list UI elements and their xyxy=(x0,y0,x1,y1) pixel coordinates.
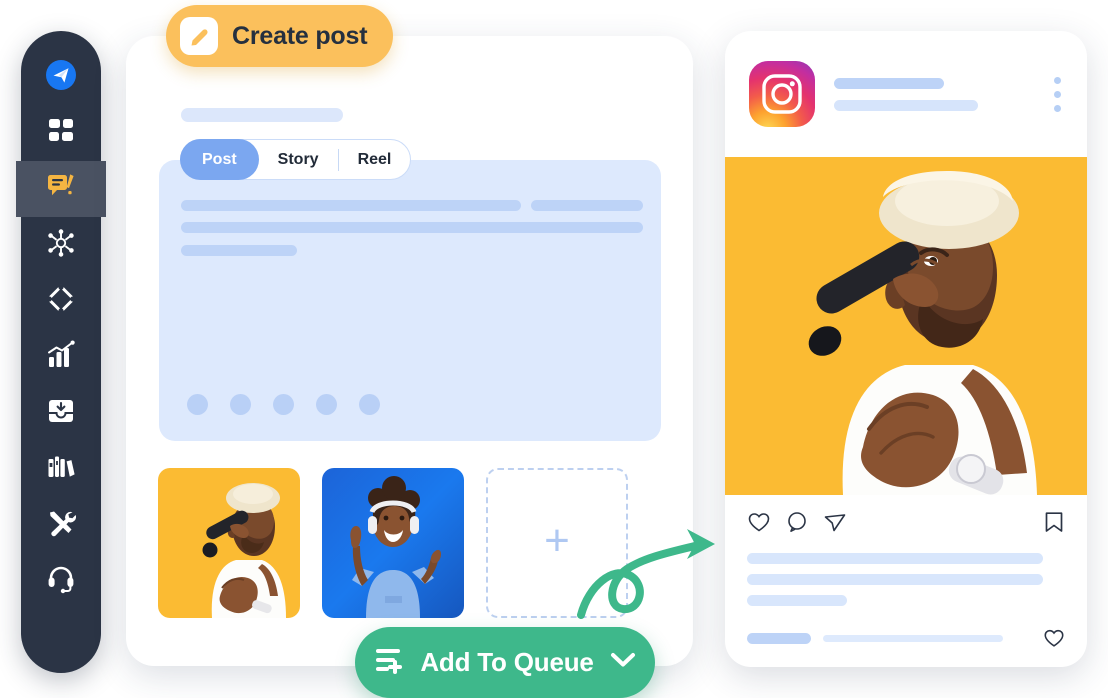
chevron-down-icon[interactable] xyxy=(610,652,636,673)
tab-reel[interactable]: Reel xyxy=(339,140,411,179)
tab-post[interactable]: Post xyxy=(180,139,259,180)
sidebar-item-publish[interactable] xyxy=(17,49,105,105)
tab-story[interactable]: Story xyxy=(259,140,338,179)
preview-actions xyxy=(725,495,1087,553)
sidebar-item-inbox[interactable] xyxy=(17,385,105,441)
create-post-label: Create post xyxy=(232,21,368,50)
sidebar-item-analytics[interactable] xyxy=(17,329,105,385)
thumb-add-media[interactable]: + xyxy=(486,468,628,618)
emoji-dot[interactable] xyxy=(359,394,380,415)
preview-comment-row xyxy=(747,627,1065,649)
compose-text-area[interactable] xyxy=(159,160,661,441)
library-icon xyxy=(46,452,76,487)
grid-icon xyxy=(46,116,76,151)
sidebar-item-library[interactable] xyxy=(17,441,105,497)
diamond-icon xyxy=(46,284,76,319)
emoji-dot[interactable] xyxy=(316,394,337,415)
add-to-queue-label: Add To Queue xyxy=(420,647,594,677)
more-options-icon[interactable] xyxy=(1053,76,1061,112)
comment-icon[interactable] xyxy=(785,510,809,539)
emoji-dot[interactable] xyxy=(230,394,251,415)
comment-like-icon[interactable] xyxy=(1043,627,1065,649)
compose-title-placeholder xyxy=(181,108,343,122)
sidebar-item-support[interactable] xyxy=(17,553,105,609)
kebab-dot xyxy=(1053,104,1061,112)
account-meta-placeholder xyxy=(834,99,978,111)
preview-header xyxy=(725,31,1087,157)
kebab-dot xyxy=(1053,76,1061,84)
tools-icon xyxy=(46,508,76,543)
like-icon[interactable] xyxy=(747,510,771,539)
instagram-icon xyxy=(749,61,815,127)
post-type-tabs: Post Story Reel xyxy=(180,139,412,180)
comment-alert-icon xyxy=(45,171,77,208)
create-post-badge[interactable]: Create post xyxy=(166,5,394,67)
text-line xyxy=(531,200,643,211)
inbox-download-icon xyxy=(46,396,76,431)
media-thumbnails: + xyxy=(158,468,628,618)
text-line xyxy=(181,200,521,211)
sidebar xyxy=(16,31,106,673)
caption-line xyxy=(747,553,1043,564)
headset-icon xyxy=(46,564,76,599)
emoji-dot[interactable] xyxy=(273,394,294,415)
emoji-dot[interactable] xyxy=(187,394,208,415)
text-line xyxy=(181,245,297,256)
sidebar-item-engage[interactable] xyxy=(16,161,106,217)
caption-line xyxy=(747,595,847,606)
preview-photo xyxy=(725,157,1087,495)
text-line xyxy=(181,222,643,233)
pencil-square-icon xyxy=(180,17,218,55)
analytics-icon xyxy=(46,340,76,375)
preview-caption xyxy=(725,553,1087,649)
account-name-placeholder xyxy=(834,77,944,89)
comment-author-placeholder xyxy=(747,632,811,644)
bookmark-icon[interactable] xyxy=(1043,510,1065,539)
thumb-dancer[interactable] xyxy=(322,468,464,618)
instagram-preview-card xyxy=(725,31,1087,667)
kebab-dot xyxy=(1053,90,1061,98)
plus-icon: + xyxy=(544,516,570,565)
sidebar-item-connections[interactable] xyxy=(17,217,105,273)
emoji-row[interactable] xyxy=(187,394,380,415)
network-icon xyxy=(46,228,76,263)
queue-add-icon xyxy=(374,646,404,679)
caption-line xyxy=(747,574,1043,585)
sidebar-item-tools[interactable] xyxy=(17,497,105,553)
sidebar-item-ideas[interactable] xyxy=(17,273,105,329)
share-icon[interactable] xyxy=(823,510,847,539)
thumb-singer[interactable] xyxy=(158,468,300,618)
comment-text-placeholder xyxy=(823,634,1003,642)
sidebar-item-dashboard[interactable] xyxy=(17,105,105,161)
send-icon xyxy=(44,58,78,97)
preview-account-placeholders xyxy=(834,77,1053,111)
add-to-queue-button[interactable]: Add To Queue xyxy=(355,627,655,698)
